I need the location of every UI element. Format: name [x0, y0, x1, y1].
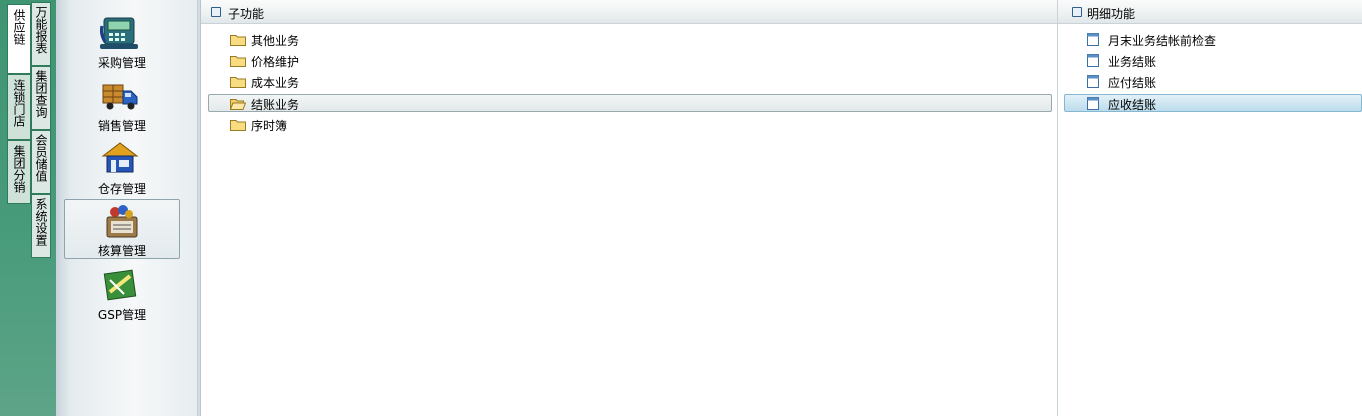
folder-icon — [230, 120, 246, 131]
calculator-icon — [106, 205, 138, 238]
subfunction-item[interactable]: 其他业务 — [208, 30, 1052, 48]
tab-system-settings[interactable]: 系统设置 — [31, 194, 51, 258]
detail-item[interactable]: 业务结账 — [1064, 51, 1362, 69]
detail-item-selected[interactable]: 应收结账 — [1064, 94, 1362, 112]
detail-label: 业务结账 — [1108, 55, 1157, 69]
module-panel: 采购管理 销售管理 仓存管理 核算管理 GSP管理 — [56, 0, 197, 416]
truck-icon — [102, 84, 138, 110]
detail-label: 应收结账 — [1108, 98, 1157, 112]
warehouse-icon — [101, 142, 139, 173]
module-label: 核算管理 — [97, 244, 146, 258]
nav-strip: 供应链 连锁门店 集团分销 万能报表 集团查询 会员储值 系统设置 — [0, 0, 56, 416]
module-label: 销售管理 — [97, 119, 146, 133]
panel-divider[interactable] — [1057, 0, 1058, 416]
module-accounting[interactable]: 核算管理 — [64, 199, 180, 259]
module-gsp[interactable]: GSP管理 — [64, 260, 180, 322]
detail-item[interactable]: 月末业务结帐前检查 — [1064, 30, 1362, 48]
gsp-icon — [103, 269, 137, 301]
detail-label: 月末业务结帐前检查 — [1108, 34, 1217, 48]
detail-item[interactable]: 应付结账 — [1064, 72, 1362, 90]
document-icon — [1087, 75, 1099, 88]
subfunction-label: 成本业务 — [251, 76, 300, 90]
subfunction-title: 子功能 — [228, 7, 265, 21]
subfunction-item-selected[interactable]: 结账业务 — [208, 94, 1052, 112]
subfunction-label: 结账业务 — [251, 98, 300, 112]
subfunction-label: 序时簿 — [251, 119, 288, 133]
folder-icon — [230, 35, 246, 46]
document-icon — [1087, 54, 1099, 67]
square-bullet-icon — [211, 7, 221, 17]
folder-icon — [230, 77, 246, 88]
detail-label: 应付结账 — [1108, 76, 1157, 90]
detail-header: 明细功能 — [1058, 0, 1362, 24]
detail-title: 明细功能 — [1087, 7, 1136, 21]
subfunction-label: 其他业务 — [251, 34, 300, 48]
module-purchase[interactable]: 采购管理 — [64, 8, 180, 70]
tab-supply-chain[interactable]: 供应链 — [7, 4, 31, 74]
tab-chain-stores[interactable]: 连锁门店 — [7, 74, 31, 140]
module-label: GSP管理 — [97, 308, 147, 322]
square-bullet-icon — [1072, 7, 1082, 17]
tab-group-query[interactable]: 集团查询 — [31, 66, 51, 130]
document-icon — [1087, 33, 1099, 46]
open-folder-icon — [230, 99, 246, 110]
folder-icon — [230, 56, 246, 67]
tab-universal-reports[interactable]: 万能报表 — [31, 2, 51, 66]
module-sales[interactable]: 销售管理 — [64, 71, 180, 133]
module-warehouse[interactable]: 仓存管理 — [64, 134, 180, 196]
subfunction-item[interactable]: 序时簿 — [208, 115, 1052, 133]
document-icon — [1087, 97, 1099, 110]
tab-group-distribution[interactable]: 集团分销 — [7, 140, 31, 204]
tab-member-deposit[interactable]: 会员储值 — [31, 130, 51, 194]
register-icon — [100, 17, 138, 49]
subfunction-header: 子功能 — [201, 0, 1057, 24]
subfunction-label: 价格维护 — [251, 55, 300, 69]
splitter[interactable] — [197, 0, 201, 416]
subfunction-item[interactable]: 成本业务 — [208, 72, 1052, 90]
module-label: 仓存管理 — [97, 182, 146, 196]
module-label: 采购管理 — [97, 56, 146, 70]
subfunction-item[interactable]: 价格维护 — [208, 51, 1052, 69]
